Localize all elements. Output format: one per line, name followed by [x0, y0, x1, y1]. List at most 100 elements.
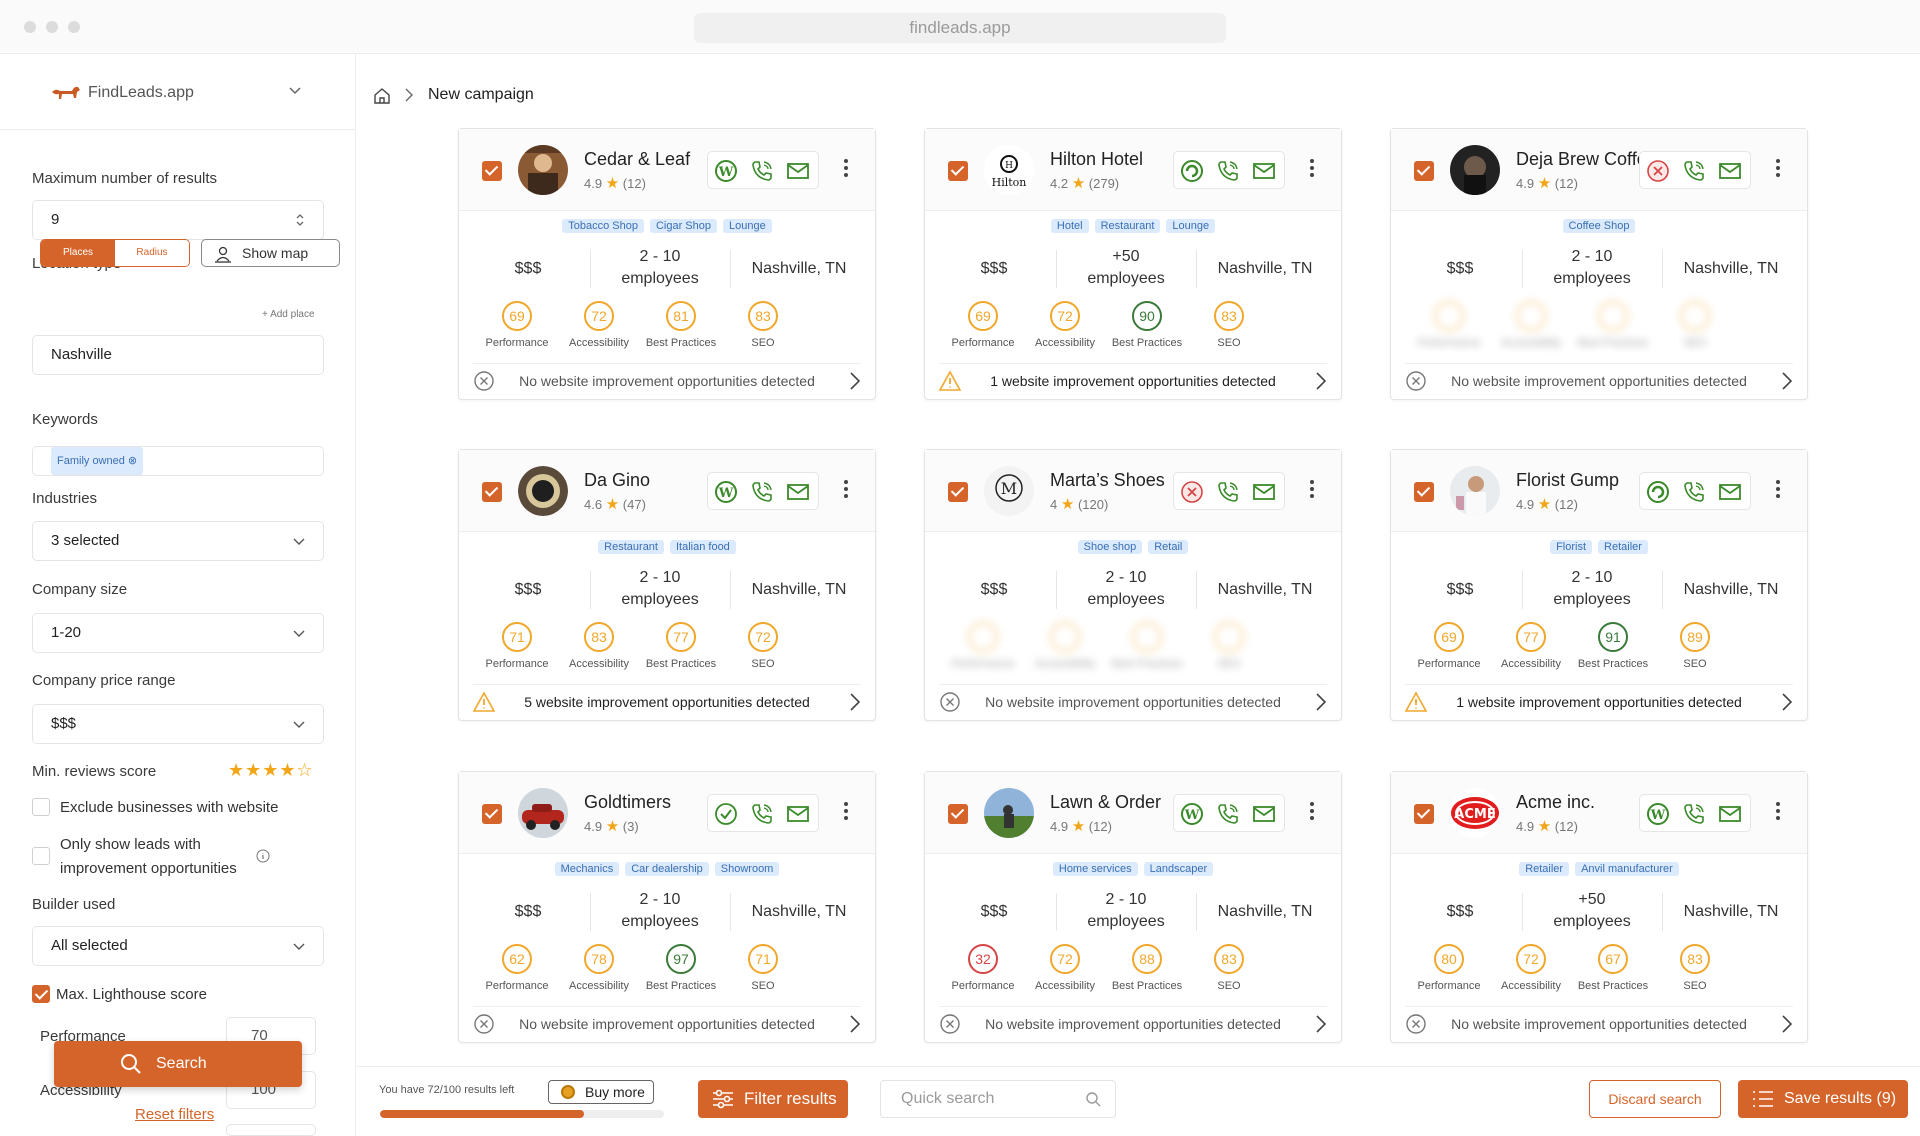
chevron-right-icon[interactable]	[1315, 1015, 1327, 1033]
website-builder-icon[interactable]	[714, 802, 738, 826]
discard-search-button[interactable]: Discard search	[1589, 1080, 1721, 1118]
window-minimize-dot[interactable]	[46, 21, 58, 33]
select-lead-checkbox[interactable]	[1414, 804, 1434, 824]
quick-search-input[interactable]: Quick search	[880, 1080, 1116, 1118]
phone-icon[interactable]	[1216, 802, 1240, 826]
email-icon[interactable]	[786, 802, 810, 826]
email-icon[interactable]	[1252, 802, 1276, 826]
improvement-footer[interactable]: No website improvement opportunities det…	[1405, 1006, 1793, 1034]
lead-card-martas-shoes[interactable]: M Marta’s Shoes 4 ★ (120) Shoe shop Retai…	[924, 449, 1342, 721]
lead-card-florist-gump[interactable]: Florist Gump 4.9 ★ (12) Florist Retailer …	[1390, 449, 1808, 721]
website-builder-icon[interactable]: W	[714, 480, 738, 504]
select-lead-checkbox[interactable]	[482, 804, 502, 824]
more-options-icon[interactable]	[843, 157, 849, 179]
keywords-input[interactable]: Family owned ⊗	[32, 446, 324, 476]
industries-select[interactable]: 3 selected	[32, 521, 324, 561]
next-limit-input[interactable]	[226, 1124, 316, 1136]
phone-icon[interactable]	[750, 802, 774, 826]
search-button[interactable]: Search	[54, 1041, 302, 1087]
improvement-footer[interactable]: No website improvement opportunities det…	[473, 363, 861, 391]
website-builder-icon[interactable]: W	[1180, 802, 1204, 826]
lead-card-cedar-leaf[interactable]: Cedar & Leaf 4.9 ★ (12) W Tobacco Shop Ci…	[458, 128, 876, 400]
add-place-link[interactable]: + Add place	[262, 309, 315, 320]
chevron-right-icon[interactable]	[1781, 372, 1793, 390]
lead-card-da-gino[interactable]: Da Gino 4.6 ★ (47) W Restaurant Italian f…	[458, 449, 876, 721]
email-icon[interactable]	[1718, 159, 1742, 183]
lead-card-goldtimers[interactable]: Goldtimers 4.9 ★ (3) Mechanics Car dealer…	[458, 771, 876, 1043]
more-options-icon[interactable]	[843, 800, 849, 822]
email-icon[interactable]	[1718, 480, 1742, 504]
lead-card-deja-brew-coffee[interactable]: Deja Brew Coffee 4.9 ★ (12) Coffee Shop …	[1390, 128, 1808, 400]
chevron-right-icon[interactable]	[1315, 693, 1327, 711]
phone-icon[interactable]	[1216, 159, 1240, 183]
chevron-right-icon[interactable]	[1781, 693, 1793, 711]
segment-radius[interactable]: Radius	[115, 240, 189, 266]
select-lead-checkbox[interactable]	[482, 161, 502, 181]
window-close-dot[interactable]	[24, 21, 36, 33]
more-options-icon[interactable]	[1775, 157, 1781, 179]
email-icon[interactable]	[786, 159, 810, 183]
chevron-right-icon[interactable]	[1315, 372, 1327, 390]
more-options-icon[interactable]	[1309, 157, 1315, 179]
more-options-icon[interactable]	[1309, 478, 1315, 500]
save-results-button[interactable]: Save results (9)	[1738, 1080, 1908, 1118]
phone-icon[interactable]	[1216, 480, 1240, 504]
buy-more-button[interactable]: Buy more	[548, 1080, 654, 1104]
improvement-footer[interactable]: 1 website improvement opportunities dete…	[1404, 684, 1793, 712]
price-range-select[interactable]: $$$	[32, 704, 324, 744]
improvement-footer[interactable]: No website improvement opportunities det…	[473, 1006, 861, 1034]
max-results-input[interactable]: 9	[32, 200, 324, 240]
email-icon[interactable]	[786, 480, 810, 504]
email-icon[interactable]	[1718, 802, 1742, 826]
more-options-icon[interactable]	[1775, 478, 1781, 500]
home-icon[interactable]	[372, 86, 392, 106]
select-lead-checkbox[interactable]	[948, 161, 968, 181]
improvement-footer[interactable]: 1 website improvement opportunities dete…	[938, 363, 1327, 391]
improvement-footer[interactable]: 5 website improvement opportunities dete…	[472, 684, 861, 712]
exclude-website-checkbox[interactable]	[32, 798, 50, 816]
improvement-footer[interactable]: No website improvement opportunities det…	[939, 684, 1327, 712]
more-options-icon[interactable]	[1309, 800, 1315, 822]
email-icon[interactable]	[1252, 159, 1276, 183]
show-map-button[interactable]: Show map	[201, 239, 340, 267]
chevron-right-icon[interactable]	[849, 693, 861, 711]
company-size-select[interactable]: 1-20	[32, 613, 324, 653]
select-lead-checkbox[interactable]	[1414, 161, 1434, 181]
segment-places[interactable]: Places	[41, 240, 115, 266]
phone-icon[interactable]	[1682, 159, 1706, 183]
phone-icon[interactable]	[1682, 480, 1706, 504]
more-options-icon[interactable]	[1775, 800, 1781, 822]
select-lead-checkbox[interactable]	[948, 482, 968, 502]
website-builder-icon[interactable]: W	[1646, 802, 1670, 826]
stepper-icon[interactable]	[295, 212, 305, 228]
filter-results-button[interactable]: Filter results	[698, 1080, 848, 1118]
url-bar[interactable]: findleads.app	[694, 13, 1226, 43]
reset-filters-link[interactable]: Reset filters	[135, 1106, 214, 1123]
improvement-footer[interactable]: No website improvement opportunities det…	[939, 1006, 1327, 1034]
min-reviews-stars[interactable]: ★★★★☆	[228, 760, 314, 781]
phone-icon[interactable]	[750, 480, 774, 504]
window-zoom-dot[interactable]	[68, 21, 80, 33]
chevron-right-icon[interactable]	[849, 1015, 861, 1033]
info-icon[interactable]	[256, 849, 270, 863]
chevron-right-icon[interactable]	[1781, 1015, 1793, 1033]
website-builder-icon[interactable]: W	[714, 159, 738, 183]
lead-card-hilton-hotel[interactable]: H Hilton Hilton Hotel 4.2 ★ (279) Hotel Re…	[924, 128, 1342, 400]
location-input[interactable]: Nashville	[32, 335, 324, 375]
builder-select[interactable]: All selected	[32, 926, 324, 966]
improvement-footer[interactable]: No website improvement opportunities det…	[1405, 363, 1793, 391]
only-improvement-checkbox[interactable]	[32, 847, 50, 865]
select-lead-checkbox[interactable]	[482, 482, 502, 502]
more-options-icon[interactable]	[843, 478, 849, 500]
max-lighthouse-checkbox[interactable]	[32, 985, 50, 1003]
brand-switcher[interactable]: FindLeads.app	[0, 54, 356, 130]
select-lead-checkbox[interactable]	[948, 804, 968, 824]
phone-icon[interactable]	[1682, 802, 1706, 826]
phone-icon[interactable]	[750, 159, 774, 183]
keyword-chip[interactable]: Family owned ⊗	[51, 447, 144, 475]
website-builder-icon[interactable]	[1646, 480, 1670, 504]
lead-card-acme-inc[interactable]: ACME Acme inc. 4.9 ★ (12) W Retailer Anvi…	[1390, 771, 1808, 1043]
website-builder-icon[interactable]	[1180, 480, 1204, 504]
select-lead-checkbox[interactable]	[1414, 482, 1434, 502]
website-builder-icon[interactable]	[1180, 159, 1204, 183]
